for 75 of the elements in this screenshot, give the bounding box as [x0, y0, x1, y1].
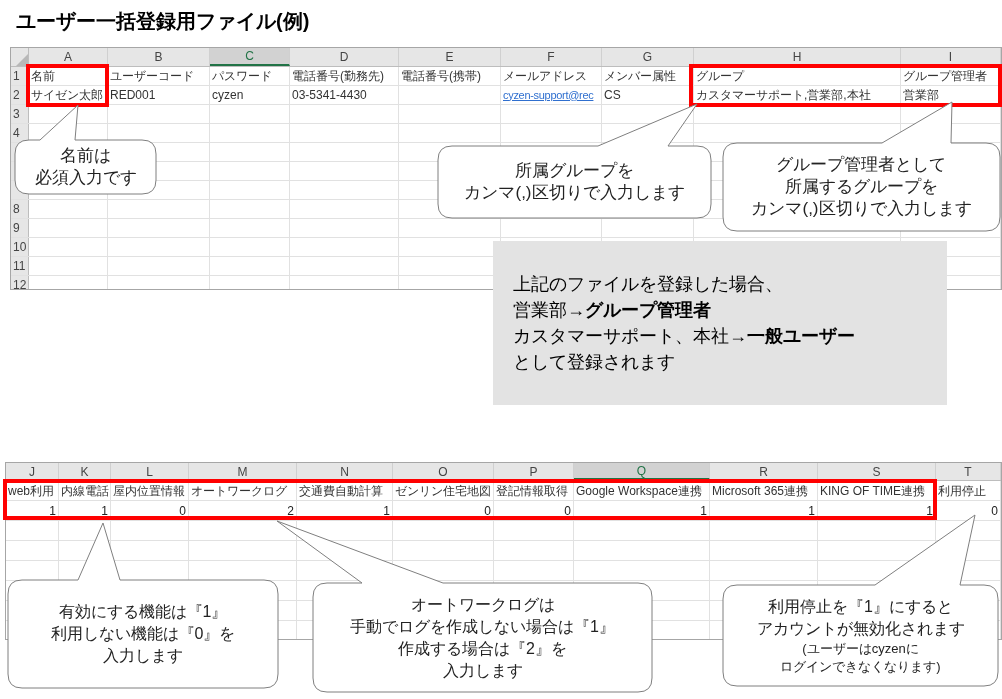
cell-text: 1	[807, 504, 816, 517]
cell-text: 03-5341-4430	[291, 89, 368, 101]
cell-text: 電話番号(携帯)	[400, 70, 482, 82]
cell-text: オートワークログ	[190, 484, 288, 497]
column-header[interactable]: J	[6, 463, 59, 480]
cell-text: cyzen	[211, 89, 245, 101]
cell-text: web利用	[7, 484, 55, 497]
cell-text: 1	[925, 504, 934, 517]
callout-note: (ユーザーはcyzenに ログインできなくなります)	[780, 639, 941, 676]
cell-text: 登記情報取得	[495, 484, 569, 497]
callout-text: 有効にする機能は『1』 利用しない機能は『0』を 入力します	[50, 602, 236, 666]
column-header[interactable]: K	[59, 463, 111, 480]
cell-text: カスタマーサポート,営業部,本社	[695, 89, 872, 101]
cell-text: 屋内位置情報	[112, 484, 186, 497]
row-header[interactable]: 10	[11, 238, 29, 256]
callout-text: 名前は 必須入力です	[34, 145, 137, 189]
column-header[interactable]: E	[399, 48, 501, 66]
cell-text: 0	[483, 504, 492, 517]
cell-text: 0	[178, 504, 187, 517]
cell-text: 1	[100, 504, 109, 517]
callout-text: 利用停止を『1』にすると アカウントが無効化されます	[756, 596, 965, 639]
callout-text: グループ管理者として 所属するグループを カンマ(,)区切りで入力します	[751, 154, 972, 220]
callout-text: 所属グループを カンマ(,)区切りで入力します	[464, 160, 685, 204]
cell-text: メンバー属性	[603, 70, 677, 82]
cell-text: Google Workspace連携	[575, 484, 703, 497]
row-header[interactable]: 11	[11, 257, 29, 275]
info-text: として登録されます	[513, 351, 675, 374]
cell-text: 電話番号(勤務先)	[291, 70, 385, 82]
info-text: カスタマーサポート、本社→一般ユーザー	[513, 325, 855, 348]
row-header[interactable]: 3	[11, 105, 29, 123]
callout-text: オートワークログは 手動でログを作成しない場合は『1』 作成する場合は『2』を 入力します	[350, 594, 615, 681]
cell-text: 営業部	[902, 89, 940, 101]
cell-text: CS	[603, 89, 622, 101]
cell-text: ユーザーコード	[109, 70, 195, 82]
cell-text: グループ	[695, 70, 746, 82]
column-header[interactable]: H	[694, 48, 901, 66]
column-header[interactable]: C	[210, 48, 290, 66]
cell-text: 1	[48, 504, 57, 517]
cell-text: 利用停止	[937, 484, 987, 497]
row-header[interactable]: 12	[11, 276, 29, 289]
cell-text: 交通費自動計算	[298, 484, 384, 497]
column-header[interactable]: T	[936, 463, 1001, 480]
column-header[interactable]: G	[602, 48, 694, 66]
row-header[interactable]: 4	[11, 124, 29, 142]
row-header[interactable]: 9	[11, 219, 29, 237]
column-header[interactable]: I	[901, 48, 1001, 66]
cell-text: 0	[990, 504, 999, 517]
cell-text: 内線電話	[60, 484, 110, 497]
column-header[interactable]: M	[189, 463, 297, 480]
cell-text: メールアドレス	[502, 70, 588, 82]
cell-text: 1	[699, 504, 708, 517]
info-text: 上記のファイルを登録した場合、	[513, 273, 783, 296]
column-header[interactable]: O	[393, 463, 494, 480]
cell-text: 名前	[30, 70, 56, 82]
cell-text: ゼンリン住宅地図	[394, 484, 492, 497]
column-header[interactable]: F	[501, 48, 602, 66]
page-title: ユーザー一括登録用ファイル(例)	[16, 9, 310, 34]
email-link[interactable]: cyzen-support@rec	[501, 89, 596, 101]
column-header[interactable]: R	[710, 463, 818, 480]
column-header[interactable]: D	[290, 48, 399, 66]
column-header[interactable]: S	[818, 463, 936, 480]
column-header[interactable]: A	[29, 48, 108, 66]
cell-text: 0	[563, 504, 572, 517]
cell-text: 1	[382, 504, 391, 517]
cell-text: グループ管理者	[902, 70, 988, 82]
row-header[interactable]: 8	[11, 200, 29, 218]
column-header[interactable]: L	[111, 463, 189, 480]
cell-text: サイゼン太郎	[30, 89, 104, 101]
cell-text: Microsoft 365連携	[711, 484, 810, 497]
column-header[interactable]: N	[297, 463, 393, 480]
cell-text: KING OF TIME連携	[819, 484, 927, 497]
info-text: 営業部→グループ管理者	[513, 299, 711, 322]
cell-text: パスワード	[211, 70, 273, 82]
cell-text: RED001	[109, 89, 157, 101]
cell-text: 2	[286, 504, 295, 517]
